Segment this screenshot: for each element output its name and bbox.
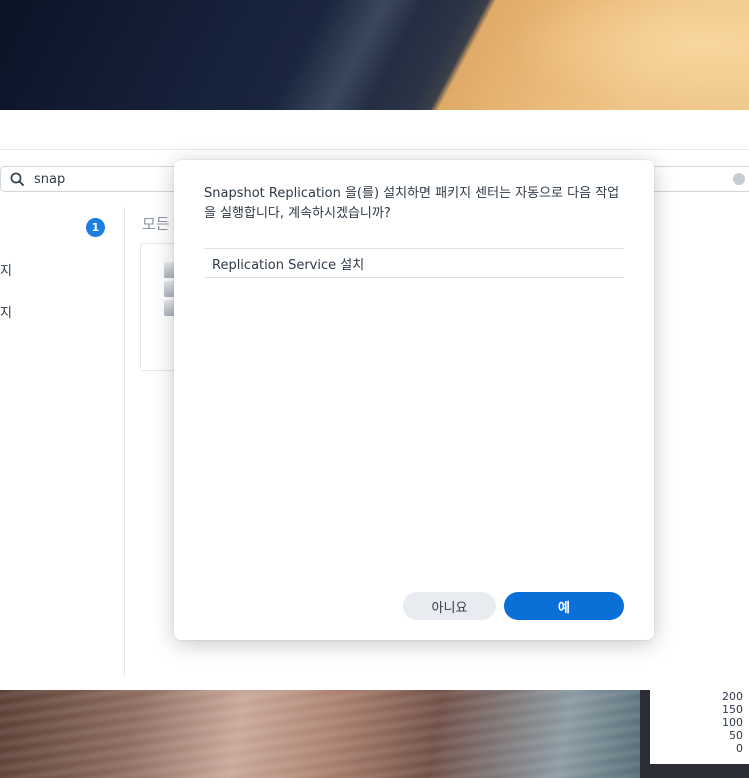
- sidebar-item-2[interactable]: 지: [0, 302, 12, 321]
- sidebar-item-1[interactable]: 지: [0, 260, 12, 279]
- resource-monitor-widget: 200 150 100 50 0: [640, 690, 749, 778]
- search-value: snap: [34, 172, 66, 187]
- dialog-message: Snapshot Replication 을(를) 설치하면 패키지 센터는 자…: [204, 186, 620, 221]
- task-list: Replication Service 설치: [204, 248, 624, 278]
- desktop-wallpaper-bottom: [0, 690, 749, 778]
- no-button[interactable]: 아니요: [403, 592, 496, 620]
- task-row: Replication Service 설치: [204, 249, 624, 278]
- axis-tick: 100: [722, 716, 743, 729]
- install-confirm-dialog: Snapshot Replication 을(를) 설치하면 패키지 센터는 자…: [174, 160, 654, 640]
- wallpaper-streak: [150, 0, 530, 110]
- clear-search-icon[interactable]: [733, 173, 745, 185]
- axis-tick: 50: [729, 729, 743, 742]
- toolbar-divider: [0, 149, 749, 150]
- section-title: 모든: [142, 215, 170, 233]
- widget-chart-area: 200 150 100 50 0: [650, 690, 749, 764]
- axis-tick: 150: [722, 703, 743, 716]
- search-icon: [10, 172, 24, 186]
- sidebar-divider: [124, 207, 125, 677]
- axis-tick: 200: [722, 690, 743, 703]
- axis-tick: 0: [736, 742, 743, 755]
- yes-button[interactable]: 예: [504, 592, 624, 620]
- update-count-badge: 1: [86, 218, 105, 237]
- desktop-wallpaper-top: [0, 0, 749, 110]
- wallpaper-dune: [509, 0, 749, 110]
